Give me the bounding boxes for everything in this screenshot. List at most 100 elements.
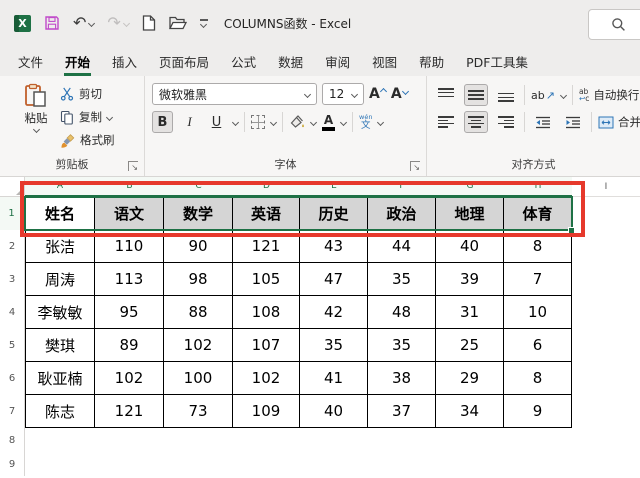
- font-color-dropdown-icon[interactable]: [339, 118, 348, 126]
- undo-dropdown-icon[interactable]: [88, 19, 96, 27]
- cell-a6[interactable]: 耿亚楠: [25, 362, 95, 395]
- cell-h9[interactable]: [504, 452, 572, 476]
- cell-c7[interactable]: 73: [164, 395, 233, 428]
- column-header-h[interactable]: H: [504, 177, 572, 197]
- undo-button[interactable]: ↶: [73, 15, 96, 31]
- cell-h1[interactable]: 体育: [504, 197, 572, 230]
- row-header-3[interactable]: 3: [0, 263, 25, 296]
- cell-c8[interactable]: [164, 428, 233, 452]
- paste-button[interactable]: 粘贴: [12, 83, 60, 134]
- row-header-4[interactable]: 4: [0, 296, 25, 329]
- cell-a9[interactable]: [25, 452, 95, 476]
- cell-e8[interactable]: [300, 428, 368, 452]
- row-header-5[interactable]: 5: [0, 329, 25, 362]
- cell-f2[interactable]: 44: [368, 230, 436, 263]
- cell-e6[interactable]: 41: [300, 362, 368, 395]
- cell-h6[interactable]: 8: [504, 362, 572, 395]
- cell-f8[interactable]: [368, 428, 436, 452]
- cell-f1[interactable]: 政治: [368, 197, 436, 230]
- phonetic-dropdown-icon[interactable]: [377, 118, 385, 126]
- customize-qat-button[interactable]: [199, 19, 208, 28]
- column-header-d[interactable]: D: [233, 177, 300, 197]
- cell-g4[interactable]: 31: [436, 296, 504, 329]
- column-header-g[interactable]: G: [436, 177, 504, 197]
- cell-d4[interactable]: 108: [233, 296, 300, 329]
- cell-d6[interactable]: 102: [233, 362, 300, 395]
- cell-a1[interactable]: 姓名: [25, 197, 95, 230]
- row-header-1[interactable]: 1: [0, 197, 25, 230]
- copy-dropdown-icon[interactable]: [105, 113, 114, 121]
- cell-b3[interactable]: 113: [95, 263, 164, 296]
- cell-g5[interactable]: 25: [436, 329, 504, 362]
- increase-font-size-button[interactable]: A: [369, 86, 387, 102]
- font-size-combobox[interactable]: 12: [322, 83, 364, 105]
- cell-f3[interactable]: 35: [368, 263, 436, 296]
- align-center-button[interactable]: [464, 111, 488, 133]
- cell-f6[interactable]: 38: [368, 362, 436, 395]
- cell-c5[interactable]: 102: [164, 329, 233, 362]
- font-color-button[interactable]: A: [322, 114, 335, 131]
- cell-g3[interactable]: 39: [436, 263, 504, 296]
- italic-button[interactable]: I: [179, 111, 200, 133]
- redo-button[interactable]: ↷: [107, 15, 130, 31]
- cell-h7[interactable]: 9: [504, 395, 572, 428]
- cell-b6[interactable]: 102: [95, 362, 164, 395]
- cell-i7[interactable]: [572, 395, 640, 428]
- bold-button[interactable]: B: [152, 111, 173, 133]
- fill-handle[interactable]: [568, 227, 575, 234]
- cell-i9[interactable]: [572, 452, 640, 476]
- cell-f5[interactable]: 35: [368, 329, 436, 362]
- format-painter-button[interactable]: 格式刷: [60, 131, 115, 149]
- fill-color-button[interactable]: [289, 115, 305, 129]
- cell-a5[interactable]: 樊琪: [25, 329, 95, 362]
- cell-g6[interactable]: 29: [436, 362, 504, 395]
- cell-e4[interactable]: 42: [300, 296, 368, 329]
- column-header-b[interactable]: B: [95, 177, 164, 197]
- cell-c1[interactable]: 数学: [164, 197, 233, 230]
- paste-dropdown-icon[interactable]: [32, 125, 40, 134]
- align-top-button[interactable]: [434, 84, 458, 106]
- row-header-6[interactable]: 6: [0, 362, 25, 395]
- font-size-dropdown-icon[interactable]: [350, 90, 359, 98]
- cell-c6[interactable]: 100: [164, 362, 233, 395]
- row-header-2[interactable]: 2: [0, 230, 25, 263]
- cell-e7[interactable]: 40: [300, 395, 368, 428]
- tab-page-layout[interactable]: 页面布局: [148, 46, 220, 76]
- cell-b9[interactable]: [95, 452, 164, 476]
- align-left-button[interactable]: [434, 111, 458, 133]
- cell-i2[interactable]: [572, 230, 640, 263]
- cell-b1[interactable]: 语文: [95, 197, 164, 230]
- cell-b4[interactable]: 95: [95, 296, 164, 329]
- cell-h3[interactable]: 7: [504, 263, 572, 296]
- cell-i5[interactable]: [572, 329, 640, 362]
- tab-help[interactable]: 帮助: [408, 46, 455, 76]
- cell-a8[interactable]: [25, 428, 95, 452]
- cell-g7[interactable]: 34: [436, 395, 504, 428]
- cell-i8[interactable]: [572, 428, 640, 452]
- cell-d1[interactable]: 英语: [233, 197, 300, 230]
- column-header-f[interactable]: F: [368, 177, 436, 197]
- cell-d3[interactable]: 105: [233, 263, 300, 296]
- cell-g9[interactable]: [436, 452, 504, 476]
- cell-c2[interactable]: 90: [164, 230, 233, 263]
- cell-d5[interactable]: 107: [233, 329, 300, 362]
- borders-dropdown-icon[interactable]: [269, 118, 278, 126]
- wrap-text-button[interactable]: ab ↩c 自动换行: [579, 87, 639, 103]
- new-file-button[interactable]: [142, 15, 156, 31]
- tab-view[interactable]: 视图: [361, 46, 408, 76]
- cell-d9[interactable]: [233, 452, 300, 476]
- row-header-8[interactable]: 8: [0, 428, 25, 452]
- tab-file[interactable]: 文件: [7, 46, 54, 76]
- clipboard-dialog-launcher[interactable]: ↘: [128, 161, 138, 172]
- orientation-button[interactable]: ab ↗: [531, 89, 555, 102]
- cell-e9[interactable]: [300, 452, 368, 476]
- cell-i4[interactable]: [572, 296, 640, 329]
- cell-g8[interactable]: [436, 428, 504, 452]
- save-button[interactable]: [44, 15, 60, 31]
- cell-h2[interactable]: 8: [504, 230, 572, 263]
- orientation-dropdown-icon[interactable]: [559, 91, 567, 99]
- column-header-a[interactable]: A: [25, 177, 95, 197]
- borders-button[interactable]: [251, 115, 265, 129]
- cell-i1[interactable]: [572, 197, 640, 230]
- cell-e1[interactable]: 历史: [300, 197, 368, 230]
